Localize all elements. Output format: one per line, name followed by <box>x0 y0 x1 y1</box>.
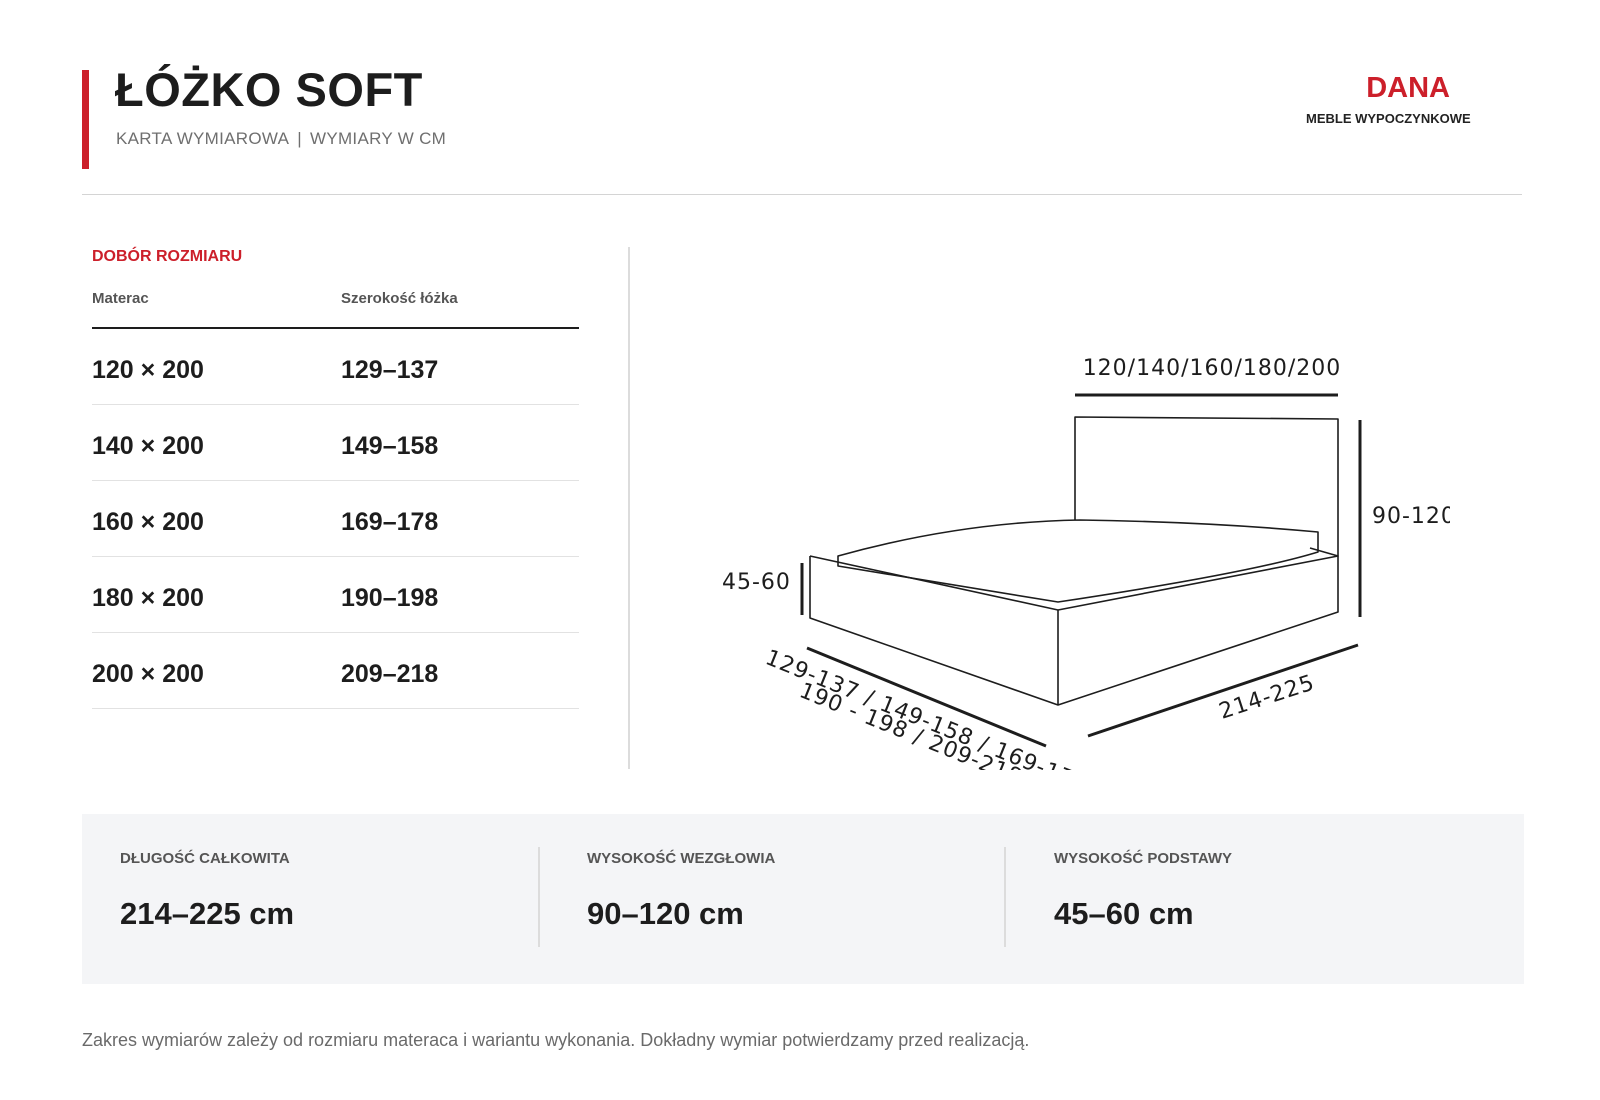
bed-width: 149–158 <box>341 432 439 460</box>
spec-base-height: WYSOKOŚĆ PODSTAWY 45–60 cm <box>1016 814 1482 984</box>
size-table-title: DOBÓR ROZMIARU <box>92 248 243 265</box>
table-row: 160 × 200 169–178 <box>92 481 579 557</box>
header-divider <box>82 194 1522 195</box>
spec-value: 214–225 cm <box>120 896 295 931</box>
subtitle-card-type: KARTA WYMIAROWA <box>116 129 290 148</box>
bed-dimension-diagram: 120/140/160/180/200 90-120 45-60 214-225… <box>722 356 1450 770</box>
bed-width: 169–178 <box>341 508 439 536</box>
bed-width: 129–137 <box>341 356 439 384</box>
brand-tagline: MEBLE WYPOCZYNKOWE <box>1306 111 1471 126</box>
headboard-outline <box>1074 416 1339 556</box>
spec-label: WYSOKOŚĆ WEZGŁOWIA <box>587 850 776 867</box>
brand-logo: DANA MEBLE WYPOCZYNKOWE <box>1300 72 1478 126</box>
spec-headboard-height: WYSOKOŚĆ WEZGŁOWIA 90–120 cm <box>549 814 1015 984</box>
bed-width: 190–198 <box>341 584 439 612</box>
mattress-outline <box>837 519 1319 603</box>
mattress-size: 180 × 200 <box>92 584 204 612</box>
bed-length-label: 214-225 <box>1216 670 1318 724</box>
table-row: 200 × 200 209–218 <box>92 633 579 709</box>
table-row: 180 × 200 190–198 <box>92 557 579 633</box>
spec-total-length: DŁUGOŚĆ CAŁKOWITA 214–225 cm <box>82 814 548 984</box>
top-width-label: 120/140/160/180/200 <box>1083 356 1342 381</box>
headboard-height-label: 90-120 <box>1372 504 1450 529</box>
spec-label: DŁUGOŚĆ CAŁKOWITA <box>120 850 290 867</box>
brand-name: DANA <box>1366 72 1450 104</box>
footer-note: Zakres wymiarów zależy od rozmiaru mater… <box>82 1030 1030 1050</box>
table-row: 140 × 200 149–158 <box>92 405 579 481</box>
size-table: 120 × 200 129–137 140 × 200 149–158 160 … <box>92 329 579 709</box>
spec-value: 90–120 cm <box>587 896 744 931</box>
subtitle-separator: | <box>297 129 302 148</box>
spec-value: 45–60 cm <box>1054 896 1194 931</box>
mattress-size: 160 × 200 <box>92 508 204 536</box>
base-height-label: 45-60 <box>722 570 791 595</box>
page-subtitle: KARTA WYMIAROWA | WYMIARY W CM <box>116 129 446 149</box>
table-row: 120 × 200 129–137 <box>92 329 579 405</box>
page-title: ŁÓŻKO SOFT <box>115 63 423 116</box>
mattress-size: 120 × 200 <box>92 356 204 384</box>
spec-divider <box>1004 847 1006 947</box>
spec-divider <box>538 847 540 947</box>
base-top-outline <box>809 547 1339 611</box>
title-accent-bar <box>82 70 89 169</box>
summary-panel: DŁUGOŚĆ CAŁKOWITA 214–225 cm WYSOKOŚĆ WE… <box>82 814 1524 984</box>
mattress-size: 140 × 200 <box>92 432 204 460</box>
spec-label: WYSOKOŚĆ PODSTAWY <box>1054 850 1233 867</box>
column-header-bed-width: Szerokość łóżka <box>341 290 458 307</box>
subtitle-units: WYMIARY W CM <box>309 129 447 148</box>
column-header-mattress: Materac <box>92 290 149 307</box>
section-divider <box>628 247 630 769</box>
bed-width: 209–218 <box>341 660 439 688</box>
mattress-size: 200 × 200 <box>92 660 204 688</box>
